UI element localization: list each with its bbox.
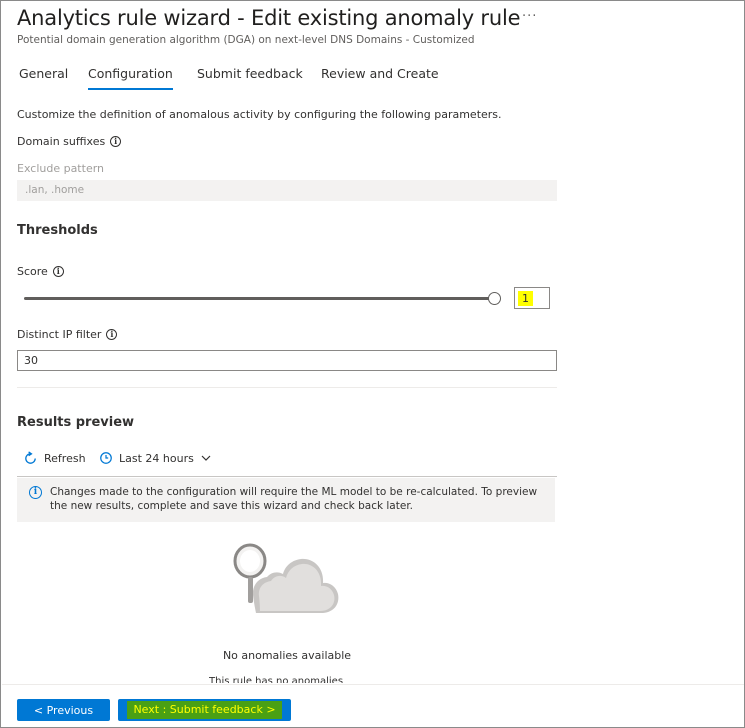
tab-general[interactable]: General [19,66,68,90]
info-icon[interactable]: i [110,136,122,147]
refresh-button[interactable]: Refresh [23,451,86,466]
tab-submit-feedback[interactable]: Submit feedback [197,66,303,90]
distinct-ip-label-row: Distinct IP filter i [17,328,118,341]
exclude-pattern-input: .lan, .home [17,180,557,201]
info-icon: i [29,486,42,499]
wizard-footer: < Previous Next : Submit feedback > [2,684,744,727]
info-message: Changes made to the configuration will r… [50,486,538,512]
refresh-icon [25,451,36,464]
time-range-dropdown[interactable]: Last 24 hours [99,451,212,465]
time-range-label: Last 24 hours [119,451,194,465]
next-button-label: Next : Submit feedback > [127,701,282,719]
chevron-down-icon [201,455,211,461]
distinct-ip-label: Distinct IP filter [17,328,102,341]
empty-state-subtitle: This rule has no anomalies [209,676,344,683]
clock-icon [100,452,112,464]
wizard-panel: Analytics rule wizard - Edit existing an… [0,0,745,728]
score-value: 1 [518,291,533,306]
section-divider [17,387,557,388]
score-slider-thumb[interactable] [487,292,501,305]
score-slider-track[interactable] [24,297,498,300]
score-label: Score [17,265,48,278]
page-title: Analytics rule wizard - Edit existing an… [17,6,521,30]
score-label-row: Score i [17,265,64,278]
results-preview-heading: Results preview [17,415,135,430]
distinct-ip-input[interactable]: 30 [17,350,557,371]
tab-configuration[interactable]: Configuration [88,66,173,90]
tab-review-and-create[interactable]: Review and Create [321,66,439,90]
empty-state-title: No anomalies available [222,649,352,662]
toolbar-divider [17,476,557,477]
refresh-label: Refresh [44,452,86,465]
previous-button[interactable]: < Previous [17,699,110,721]
info-icon[interactable]: i [52,266,64,277]
domain-suffixes-label: Domain suffixes [17,135,106,148]
next-submit-feedback-button[interactable]: Next : Submit feedback > [118,699,291,721]
exclude-pattern-label: Exclude pattern [17,162,105,175]
more-icon[interactable]: ··· [522,9,537,24]
info-icon[interactable]: i [106,329,118,340]
empty-search-illustration [233,543,339,613]
domain-suffixes-label-row: Domain suffixes i [17,135,122,148]
page-subtitle: Potential domain generation algorithm (D… [17,34,475,46]
thresholds-heading: Thresholds [17,223,98,238]
configuration-intro: Customize the definition of anomalous ac… [17,108,502,121]
score-value-input[interactable]: 1 [514,287,550,309]
info-message-bar: i Changes made to the configuration will… [17,478,555,522]
